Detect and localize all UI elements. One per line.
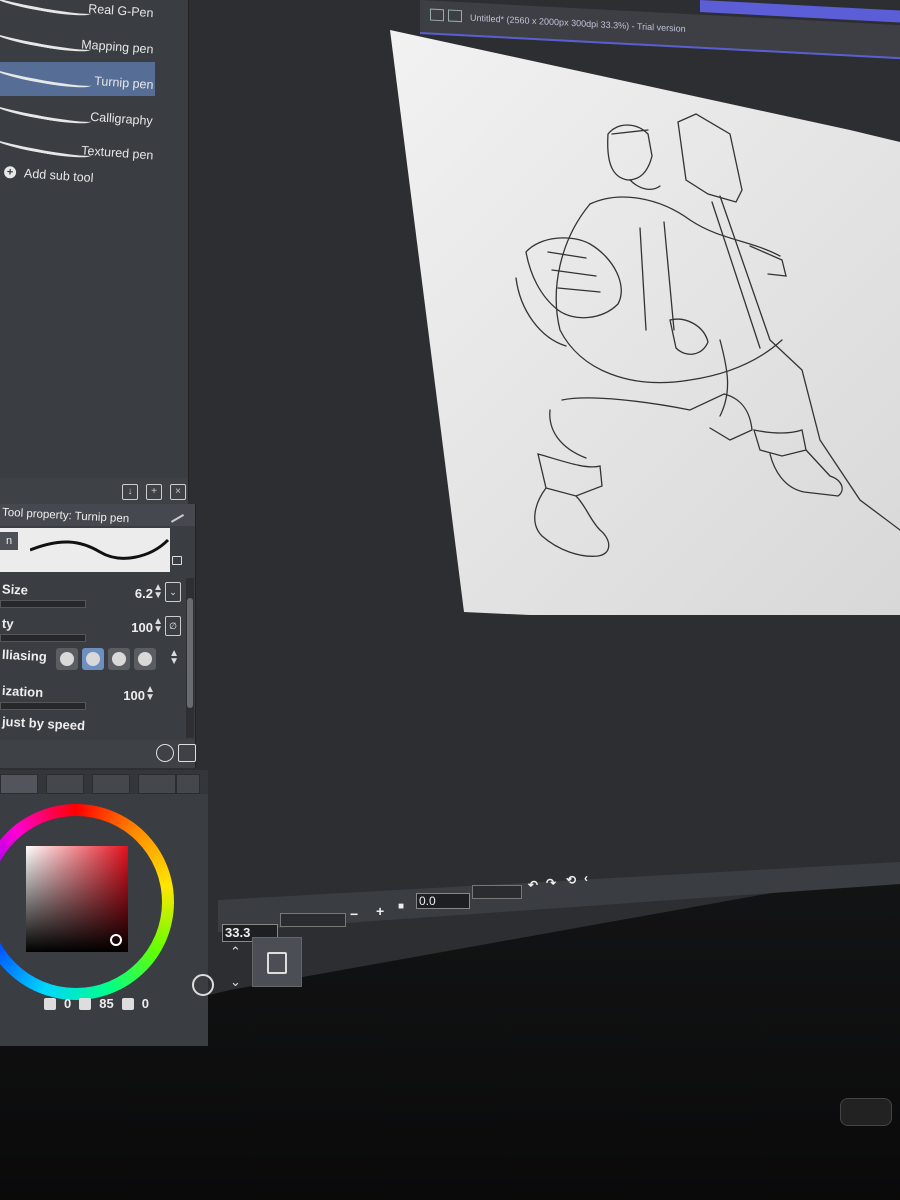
antialias-weak-option[interactable]	[82, 648, 104, 670]
subtool-panel: Real G-Pen Mapping pen Turnip pen Callig…	[0, 0, 189, 504]
opacity-slider[interactable]	[0, 634, 86, 642]
opacity-label: ty	[1, 615, 14, 632]
reset-rotation-icon[interactable]: ⟲	[566, 873, 576, 887]
flip-icon[interactable]: ‹	[584, 871, 588, 885]
color-wheel-panel: 0 85 0	[0, 770, 214, 1046]
stabilization-value[interactable]: 100	[123, 688, 145, 703]
stabilization-spin-icon[interactable]: ▲ ▼	[145, 685, 155, 703]
size-value[interactable]: 6.2	[135, 586, 153, 601]
plus-icon: +	[3, 165, 17, 179]
tab-color-history[interactable]	[176, 774, 200, 794]
subtool-item-textured-pen[interactable]: Textured pen	[0, 131, 155, 166]
brush-stroke-preview	[0, 25, 93, 56]
tool-property-panel: Tool property: Turnip pen n Size 6.2 ▲ ▼ …	[0, 504, 196, 768]
rotate-right-icon[interactable]: ↷	[546, 876, 556, 890]
add-sub-tool-label: Add sub tool	[23, 166, 94, 186]
adjust-speed-label: just by speed	[1, 713, 86, 734]
opacity-value[interactable]: 100	[131, 620, 153, 635]
subtool-label: Real G-Pen	[87, 1, 154, 21]
subtool-label: Textured pen	[80, 143, 154, 163]
window-title: Untitled* (2560 x 2000px 300dpi 33.3%) -…	[470, 12, 686, 34]
tab-color-wheel[interactable]	[0, 774, 38, 794]
subtool-item-calligraphy[interactable]: Calligraphy	[0, 97, 155, 132]
saturation-value[interactable]: 85	[99, 996, 113, 1011]
stylus-pen	[840, 1098, 892, 1126]
brush-stroke-icon	[30, 538, 170, 560]
pressure-icon[interactable]: ⌄	[165, 582, 181, 602]
saturation-icon	[79, 997, 92, 1010]
subtool-item-mapping-pen[interactable]: Mapping pen	[0, 25, 155, 60]
tab-intermediate-color[interactable]	[92, 774, 130, 794]
stabilization-label: ization	[1, 682, 44, 701]
stabilization-row[interactable]: ization 100 ▲ ▼	[0, 682, 185, 712]
color-panel-tabs	[0, 770, 208, 794]
pen-settings-icon[interactable]	[165, 505, 185, 523]
window-icon-2[interactable]	[448, 9, 462, 23]
tab-color-set[interactable]	[46, 774, 84, 794]
trash-icon[interactable]: ×	[170, 484, 186, 500]
size-slider[interactable]	[0, 600, 86, 608]
stabilization-slider[interactable]	[0, 702, 86, 710]
duplicate-icon[interactable]: +	[146, 484, 162, 500]
tool-property-footer	[0, 740, 196, 768]
brush-stroke-preview	[0, 61, 93, 92]
subtool-label: Mapping pen	[80, 37, 154, 57]
window-icon[interactable]	[430, 8, 444, 22]
antialias-none-option[interactable]	[56, 648, 78, 670]
antialiasing-label: lliasing	[1, 646, 48, 665]
tool-property-scrollbar[interactable]	[186, 578, 194, 738]
tab-approximate-color[interactable]	[138, 774, 176, 794]
subtool-label: Turnip pen	[93, 73, 154, 92]
antialias-spin-icon[interactable]: ▲ ▼	[169, 649, 179, 667]
rotate-left-icon[interactable]: ↶	[528, 878, 538, 892]
saturation-value-square[interactable]	[26, 846, 128, 952]
value-icon	[121, 997, 134, 1010]
hue-value[interactable]: 0	[64, 996, 71, 1011]
subtool-item-real-g-pen[interactable]: Real G-Pen	[0, 0, 155, 24]
zoom-out-button[interactable]: −	[350, 906, 358, 922]
chevron-down-icon[interactable]: ⌄	[230, 974, 241, 990]
add-sub-tool-button[interactable]: + Add sub tool	[3, 165, 94, 186]
color-picker-cursor[interactable]	[110, 934, 122, 946]
zoom-in-button[interactable]: +	[376, 903, 384, 919]
brush-preview: n	[0, 528, 170, 572]
zoom-slider[interactable]	[280, 913, 346, 927]
timer-icon[interactable]	[156, 744, 174, 762]
opacity-row[interactable]: ty 100 ▲ ▼ ∅	[0, 614, 185, 644]
antialias-strong-option[interactable]	[134, 648, 156, 670]
wrench-icon[interactable]	[178, 744, 196, 762]
play-icon[interactable]	[192, 974, 214, 996]
rotation-slider[interactable]	[472, 885, 522, 899]
brush-stroke-preview	[0, 131, 93, 162]
size-spin-icon[interactable]: ▲ ▼	[153, 583, 163, 601]
antialiasing-row[interactable]: lliasing ▲ ▼	[0, 646, 185, 676]
size-row[interactable]: Size 6.2 ▲ ▼ ⌄	[0, 580, 185, 610]
hue-icon	[44, 997, 56, 1010]
subtool-label: Calligraphy	[90, 109, 154, 129]
antialias-medium-option[interactable]	[108, 648, 130, 670]
brush-stroke-preview	[0, 0, 93, 20]
brush-stroke-preview	[0, 97, 93, 128]
brush-tag: n	[0, 532, 19, 550]
rotation-angle-field[interactable]: 0.0	[416, 893, 470, 909]
subtool-item-turnip-pen[interactable]: Turnip pen	[0, 61, 155, 96]
brightness-value[interactable]: 0	[142, 996, 149, 1011]
opacity-spin-icon[interactable]: ▲ ▼	[153, 617, 163, 635]
download-icon[interactable]: ↓	[122, 484, 138, 500]
hsv-readout: 0 85 0	[44, 996, 149, 1011]
chevron-up-icon[interactable]: ⌃	[230, 944, 241, 960]
lock-icon[interactable]	[172, 556, 182, 565]
tool-property-title: Tool property: Turnip pen	[1, 506, 130, 526]
layer-thumbnail[interactable]	[252, 937, 302, 987]
fit-button[interactable]: ■	[398, 901, 404, 912]
tool-property-header: Tool property: Turnip pen	[0, 504, 195, 526]
opacity-toggle-icon[interactable]: ∅	[165, 616, 181, 636]
size-label: Size	[1, 581, 29, 598]
